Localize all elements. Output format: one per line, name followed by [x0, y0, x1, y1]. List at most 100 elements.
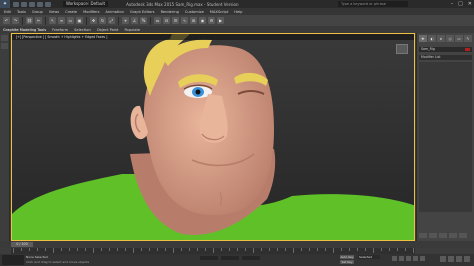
- open-file-icon[interactable]: [21, 1, 27, 7]
- maximize-viewport-icon[interactable]: [464, 256, 470, 262]
- maxscript-listener[interactable]: [2, 255, 24, 265]
- y-coordinate-field[interactable]: [221, 256, 239, 260]
- playback-controls: [392, 256, 425, 261]
- tab-graphite-modeling[interactable]: Graphite Modeling Tools: [3, 28, 46, 32]
- window-crossing-icon[interactable]: ▣: [76, 17, 83, 24]
- track-tick: [29, 248, 30, 251]
- hierarchy-tab-icon[interactable]: ⋔: [437, 35, 445, 42]
- motion-tab-icon[interactable]: ◎: [446, 35, 454, 42]
- set-key-button[interactable]: Set Key: [340, 260, 354, 264]
- track-tick: [125, 248, 126, 251]
- render-setup-icon[interactable]: ⚙: [208, 17, 215, 24]
- pan-icon[interactable]: [456, 256, 462, 262]
- redo-icon[interactable]: [45, 1, 51, 7]
- maximize-icon[interactable]: □: [458, 1, 463, 7]
- modifier-list-dropdown[interactable]: Modifier List: [419, 55, 472, 60]
- time-slider-bar: 0 / 100: [0, 241, 474, 248]
- z-coordinate-field[interactable]: [242, 256, 260, 260]
- undo-button[interactable]: ↶: [3, 17, 10, 24]
- save-file-icon[interactable]: [29, 1, 35, 7]
- goto-end-icon[interactable]: [420, 256, 425, 261]
- tab-selection[interactable]: Selection: [74, 28, 91, 32]
- link-icon[interactable]: ⛓: [26, 17, 33, 24]
- menu-views[interactable]: Views: [49, 10, 59, 14]
- select-by-name-icon[interactable]: ≡: [58, 17, 65, 24]
- key-filter-dropdown[interactable]: Selected: [358, 255, 380, 259]
- undo-icon[interactable]: [37, 1, 43, 7]
- viewcube-icon[interactable]: [396, 44, 408, 54]
- tab-freeform[interactable]: Freeform: [52, 28, 68, 32]
- command-panel: ✚ ◐ ⋔ ◎ ▭ ✎ Sam_Rig Modifier List: [416, 33, 474, 241]
- object-name-field[interactable]: Sam_Rig: [419, 47, 472, 52]
- menu-create[interactable]: Create: [65, 10, 77, 14]
- menu-animation[interactable]: Animation: [106, 10, 124, 14]
- scene-explorer-icon[interactable]: [1, 35, 8, 41]
- configure-sets-icon[interactable]: [459, 233, 467, 238]
- prev-frame-icon[interactable]: [399, 256, 404, 261]
- window-controls: – □ ✕: [451, 0, 472, 8]
- menu-group[interactable]: Group: [32, 10, 43, 14]
- track-tick: [381, 248, 382, 251]
- modifier-stack[interactable]: [419, 62, 472, 212]
- goto-start-icon[interactable]: [392, 256, 397, 261]
- curve-editor-icon[interactable]: ∿: [181, 17, 188, 24]
- menu-customize[interactable]: Customize: [185, 10, 204, 14]
- modify-tab-icon[interactable]: ◐: [428, 35, 436, 42]
- rotate-icon[interactable]: ↻: [99, 17, 106, 24]
- display-tab-icon[interactable]: ▭: [455, 35, 463, 42]
- track-tick: [197, 248, 198, 251]
- make-unique-icon[interactable]: [439, 233, 447, 238]
- tab-populate[interactable]: Populate: [124, 28, 140, 32]
- time-slider[interactable]: 0 / 100: [11, 242, 33, 247]
- close-icon[interactable]: ✕: [468, 1, 472, 7]
- remove-modifier-icon[interactable]: [449, 233, 457, 238]
- menu-graph-editors[interactable]: Graph Editors: [130, 10, 155, 14]
- viewport-label[interactable]: [+] [Perspective ] [ Smooth + Highlights…: [16, 35, 107, 39]
- layer-explorer-icon[interactable]: [1, 43, 8, 49]
- pin-stack-icon[interactable]: [419, 233, 427, 238]
- app-logo-icon[interactable]: ✦: [0, 0, 10, 8]
- menu-tools[interactable]: Tools: [17, 10, 26, 14]
- menu-modifiers[interactable]: Modifiers: [83, 10, 99, 14]
- layer-icon[interactable]: ☰: [172, 17, 179, 24]
- mirror-icon[interactable]: ⇋: [154, 17, 161, 24]
- rect-selection-icon[interactable]: ▭: [67, 17, 74, 24]
- x-coordinate-field[interactable]: [200, 256, 218, 260]
- workspace-dropdown[interactable]: Workspace: Default: [63, 1, 109, 7]
- render-icon[interactable]: ▶: [217, 17, 224, 24]
- unlink-icon[interactable]: ✂: [35, 17, 42, 24]
- move-icon[interactable]: ✥: [90, 17, 97, 24]
- show-end-result-icon[interactable]: [429, 233, 437, 238]
- menu-rendering[interactable]: Rendering: [161, 10, 179, 14]
- align-icon[interactable]: ⊟: [163, 17, 170, 24]
- menu-edit[interactable]: Edit: [4, 10, 11, 14]
- track-tick: [165, 248, 166, 251]
- angle-snap-icon[interactable]: ∠: [131, 17, 138, 24]
- scale-icon[interactable]: ⤢: [108, 17, 115, 24]
- menu-help[interactable]: Help: [234, 10, 242, 14]
- redo-button[interactable]: ↷: [12, 17, 19, 24]
- play-icon[interactable]: [406, 256, 411, 261]
- percent-snap-icon[interactable]: %: [140, 17, 147, 24]
- scene-explorer-strip: [0, 33, 10, 241]
- zoom-icon[interactable]: [440, 256, 446, 262]
- utilities-tab-icon[interactable]: ✎: [464, 35, 472, 42]
- track-tick: [221, 248, 222, 251]
- track-tick: [205, 248, 206, 251]
- ribbon-tabs: Graphite Modeling Tools Freeform Selecti…: [0, 26, 474, 33]
- new-file-icon[interactable]: [13, 1, 19, 7]
- select-icon[interactable]: ↖: [49, 17, 56, 24]
- auto-key-button[interactable]: Auto Key: [340, 255, 354, 259]
- perspective-viewport[interactable]: [+] [Perspective ] [ Smooth + Highlights…: [11, 33, 415, 241]
- create-tab-icon[interactable]: ✚: [419, 35, 427, 42]
- orbit-icon[interactable]: [448, 256, 454, 262]
- menu-maxscript[interactable]: MAXScript: [210, 10, 228, 14]
- material-editor-icon[interactable]: ◉: [199, 17, 206, 24]
- search-input[interactable]: Type a keyword or phrase: [338, 1, 408, 7]
- schematic-icon[interactable]: ⊞: [190, 17, 197, 24]
- object-color-swatch[interactable]: [465, 48, 470, 51]
- minimize-icon[interactable]: –: [451, 1, 454, 7]
- snap-icon[interactable]: ⌖: [122, 17, 129, 24]
- tab-object-paint[interactable]: Object Paint: [97, 28, 119, 32]
- next-frame-icon[interactable]: [413, 256, 418, 261]
